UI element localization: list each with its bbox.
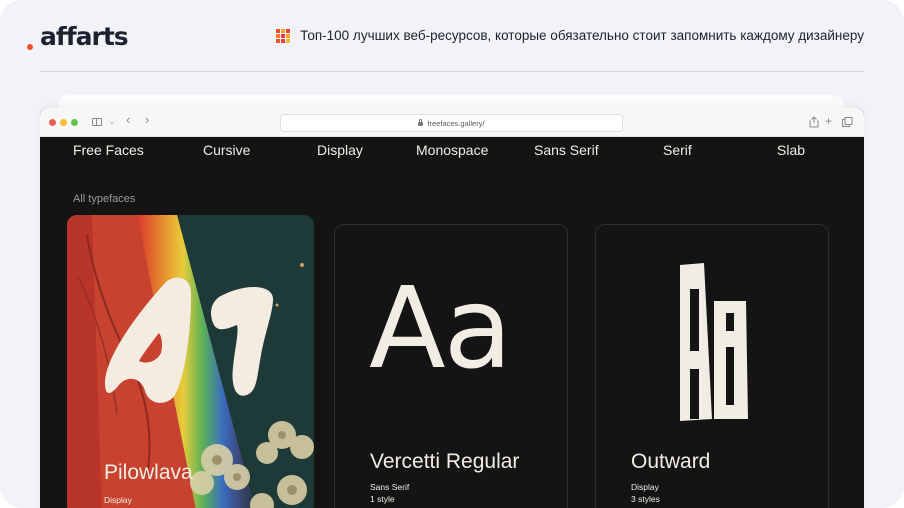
vercetti-glyph: Aa: [369, 264, 512, 394]
typeface-styles: 3 styles: [631, 494, 660, 504]
new-tab-icon[interactable]: +: [825, 115, 832, 127]
typeface-name: Outward: [631, 450, 711, 473]
minimize-window-button[interactable]: [60, 119, 67, 126]
close-window-button[interactable]: [49, 119, 56, 126]
browser-toolbar: ⌄ ‹ › freefaces.gallery/ +: [40, 108, 864, 137]
typeface-card-vercetti[interactable]: Aa Vercetti Regular Sans Serif 1 style: [334, 224, 568, 508]
header-divider: [40, 71, 864, 72]
affarts-logo[interactable]: affarts: [40, 22, 129, 51]
lock-icon: [418, 119, 424, 126]
tab-overview-icon[interactable]: [842, 117, 853, 128]
nav-slab[interactable]: Slab: [777, 142, 805, 158]
typeface-name: Pilowlava: [104, 461, 193, 484]
typeface-category: Sans Serif: [370, 482, 410, 492]
logo-accent-dot: [27, 44, 33, 50]
nav-free-faces[interactable]: Free Faces: [73, 142, 144, 158]
typeface-card-pilowlava[interactable]: Pilowlava Display: [67, 215, 314, 508]
browser-window: ⌄ ‹ › freefaces.gallery/ + Free Faces Cu…: [40, 108, 864, 508]
nav-monospace[interactable]: Monospace: [416, 142, 488, 158]
forward-icon[interactable]: ›: [145, 113, 149, 126]
nav-sans-serif[interactable]: Sans Serif: [534, 142, 599, 158]
typeface-name: Vercetti Regular: [370, 450, 520, 473]
sidebar-toggle-icon[interactable]: [92, 118, 102, 126]
section-label: All typefaces: [73, 193, 136, 205]
category-nav: Free Faces Cursive Display Monospace San…: [40, 142, 864, 162]
typeface-category: Display: [631, 482, 659, 492]
nav-display[interactable]: Display: [317, 142, 363, 158]
article-headline: Топ-100 лучших веб-ресурсов, которые обя…: [276, 28, 864, 43]
headline-text: Топ-100 лучших веб-ресурсов, которые обя…: [300, 28, 864, 43]
address-bar-url: freefaces.gallery/: [427, 118, 485, 128]
maximize-window-button[interactable]: [71, 119, 78, 126]
article-frame: affarts Топ-100 лучших веб-ресурсов, кот…: [0, 0, 904, 508]
nav-cursive[interactable]: Cursive: [203, 142, 250, 158]
nav-serif[interactable]: Serif: [663, 142, 692, 158]
typeface-category: Display: [104, 495, 132, 505]
share-icon[interactable]: [809, 116, 819, 128]
chevron-down-icon[interactable]: ⌄: [109, 117, 115, 129]
typeface-styles: 1 style: [370, 494, 395, 504]
typeface-card-outward[interactable]: Outward Display 3 styles: [595, 224, 829, 508]
grid-icon: [276, 28, 291, 43]
address-bar[interactable]: freefaces.gallery/: [280, 114, 623, 132]
outward-glyph: [680, 263, 748, 421]
back-icon[interactable]: ‹: [126, 113, 130, 126]
